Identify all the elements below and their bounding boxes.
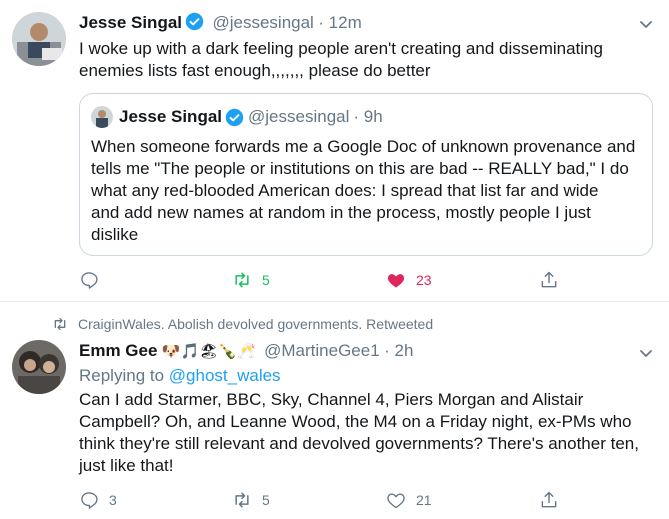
quoted-text-line: dislike (91, 225, 139, 244)
reply-icon (81, 492, 98, 509)
like-count: 23 (416, 272, 432, 288)
quoted-text-line: what any red-blooded American does: I sp… (91, 181, 599, 200)
caret-down-icon[interactable] (636, 14, 656, 34)
replying-to-link[interactable]: @ghost_wales (169, 366, 281, 385)
quoted-avatar[interactable] (91, 106, 113, 128)
retweet-count: 5 (262, 492, 270, 508)
tweet-text-line: enemies lists fast enough,,,,,,, please … (79, 61, 431, 80)
author-name[interactable]: Emm Gee (79, 341, 157, 360)
clinking-glasses-emoji: 🥂 (237, 343, 256, 360)
author-handle[interactable]: @MartineGee1 (264, 341, 380, 360)
like-button[interactable]: 21 (386, 488, 432, 512)
retweet-count: 5 (262, 272, 270, 288)
share-button[interactable] (539, 268, 559, 292)
avatar[interactable] (12, 12, 66, 66)
tweet-text: I woke up with a dark feeling people are… (79, 38, 603, 82)
reply-count: 3 (109, 492, 117, 508)
retweet-icon (235, 272, 249, 288)
tweet-actions: 3 5 21 (0, 488, 669, 512)
like-icon (387, 274, 405, 288)
verified-badge-icon (185, 12, 204, 31)
like-icon (387, 493, 405, 509)
like-button[interactable]: 23 (386, 268, 432, 292)
replying-label: Replying to (79, 366, 165, 385)
retweet-icon (235, 492, 249, 508)
avatar[interactable] (12, 340, 66, 394)
quoted-author-handle: @jessesingal (248, 107, 350, 126)
quoted-tweet-time: · 9h (353, 107, 383, 126)
tweet-text: Can I add Starmer, BBC, Sky, Channel 4, … (79, 389, 639, 477)
tweet-time[interactable]: · 2h (384, 341, 413, 360)
music-notes-emoji: 🎵 (180, 343, 200, 360)
quoted-tweet-text: When someone forwards me a Google Doc of… (91, 136, 651, 246)
verified-badge-icon (225, 108, 244, 126)
retweeted-by-text: CraiginWales. Abolish devolved governmen… (78, 316, 434, 332)
tweet-divider (0, 301, 669, 302)
quoted-text-line: tells me "The people or institutions on … (91, 159, 629, 178)
share-icon (541, 491, 557, 508)
quoted-text-line: When someone forwards me a Google Doc of… (91, 137, 636, 156)
like-count: 21 (416, 492, 432, 508)
retweet-button[interactable]: 5 (232, 268, 270, 292)
caret-down-icon[interactable] (636, 343, 656, 363)
tweet-text-line: I woke up with a dark feeling people are… (79, 39, 603, 58)
bottle-emoji: 🍾 (218, 343, 237, 360)
reply-button[interactable]: 3 (79, 488, 117, 512)
share-button[interactable] (539, 488, 559, 512)
retweeted-by[interactable]: CraiginWales. Abolish devolved governmen… (52, 316, 433, 332)
tweet-text-line: just like that! (79, 456, 174, 475)
reply-icon (81, 272, 98, 289)
quoted-author-name: Jesse Singal (119, 107, 223, 126)
retweet-icon (54, 318, 66, 330)
quoted-tweet[interactable]: Jesse Singal @jessesingal · 9h When some… (79, 93, 653, 256)
author-handle[interactable]: @jessesingal (212, 13, 313, 32)
tweet-text-line: think they're still relevant and devolve… (79, 434, 639, 453)
share-icon (541, 271, 557, 288)
reply-button[interactable] (79, 268, 99, 292)
tweet-time[interactable]: · 12m (318, 13, 361, 32)
author-name[interactable]: Jesse Singal (79, 13, 182, 32)
retweet-button[interactable]: 5 (232, 488, 270, 512)
beach-emoji: 🏖 (199, 343, 219, 360)
tweet-text-line: Can I add Starmer, BBC, Sky, Channel 4, … (79, 390, 584, 409)
quoted-text-line: and add new names at random in the proce… (91, 203, 591, 222)
replying-to: Replying to @ghost_wales (79, 366, 281, 386)
tweet-actions: 5 23 (0, 268, 669, 292)
tweet-jesse-singal[interactable]: Jesse Singal @jessesingal · 12m I woke u… (0, 0, 669, 300)
dog-emoji: 🐶 (161, 343, 181, 360)
tweet-text-line: Campbell? Oh, and Leanne Wood, the M4 on… (79, 412, 632, 431)
